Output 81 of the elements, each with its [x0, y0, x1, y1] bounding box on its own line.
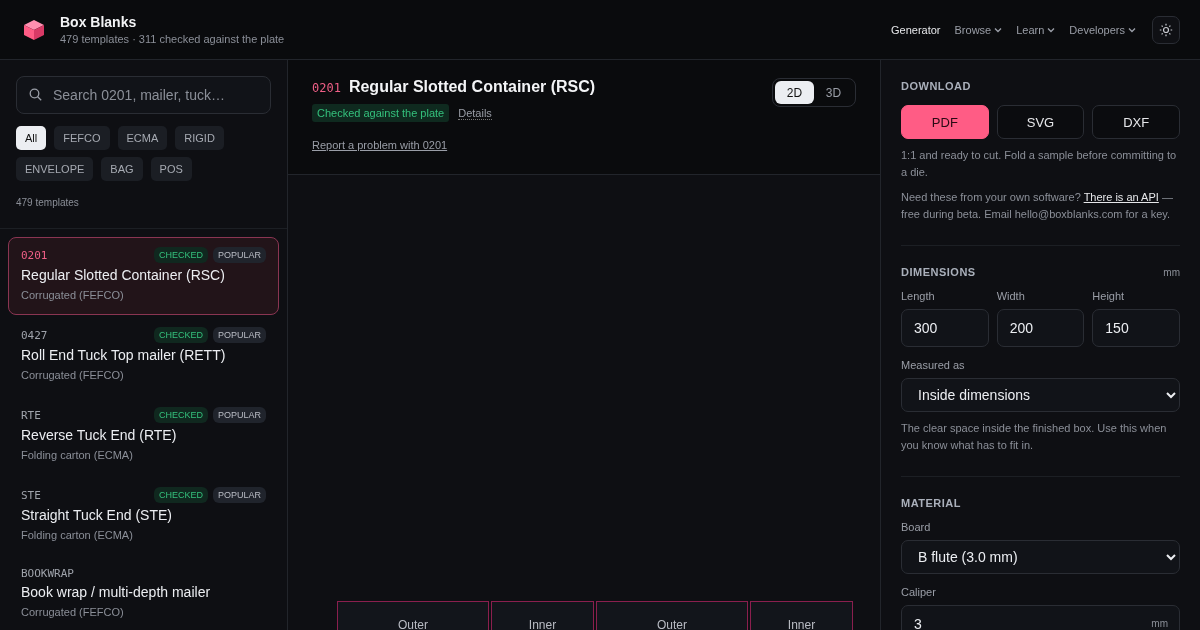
- template-category: Folding carton (ECMA): [21, 449, 134, 461]
- template-category: Corrugated (FEFCO): [21, 606, 125, 618]
- cube-logo-icon: [22, 17, 46, 42]
- dieline-panel: Inner: [750, 601, 853, 630]
- dimension-input[interactable]: 150: [1092, 309, 1180, 347]
- filter-chip[interactable]: BAG: [101, 157, 143, 181]
- sun-icon: [1159, 22, 1173, 37]
- template-code: BOOKWRAP: [21, 567, 74, 580]
- nav-link[interactable]: Browse: [954, 23, 1003, 36]
- dimension-input[interactable]: 200: [996, 309, 1085, 347]
- theme-toggle-button[interactable]: [1152, 15, 1180, 44]
- filter-chip[interactable]: All: [16, 126, 47, 150]
- field-label: Width: [996, 290, 1026, 302]
- template-code: 0201: [21, 248, 48, 262]
- app-subtitle: 479 templates · 311 checked against the plate: [60, 33, 285, 45]
- filter-chip[interactable]: ENVELOPE: [16, 157, 94, 181]
- field-label: Measured as: [901, 359, 966, 371]
- download-note: 1:1 and ready to cut. Fold a sample before committing to a die.: [901, 148, 1178, 180]
- dieline-panel: Outer: [596, 601, 748, 630]
- field-label: Caliper: [901, 586, 937, 598]
- template-name: Roll End Tuck Top mailer (RETT): [21, 347, 227, 363]
- template-badge: CHECKED: [153, 407, 208, 423]
- template-name: Book wrap / multi-depth mailer: [21, 584, 212, 600]
- template-name: Regular Slotted Container (RSC): [21, 267, 226, 283]
- filter-chip[interactable]: POS: [150, 157, 192, 181]
- section-heading: DIMENSIONS: [901, 266, 976, 278]
- filter-chip[interactable]: RIGID: [175, 126, 224, 150]
- template-title: Regular Slotted Container (RSC): [348, 78, 596, 96]
- unit-label: mm: [1163, 266, 1180, 278]
- view-button[interactable]: 3D: [814, 81, 853, 104]
- filter-chip[interactable]: FEFCO: [54, 126, 110, 150]
- template-list-item[interactable]: STE CHECKED POPULAR Straight Tuck End (STE) Folding carton (ECMA): [8, 477, 279, 555]
- format-button[interactable]: DXF: [1092, 105, 1180, 139]
- field-label: Length: [901, 290, 936, 302]
- template-list-item[interactable]: 0201 CHECKED POPULAR Regular Slotted Container (RSC) Corrugated (FEFCO): [8, 237, 279, 315]
- api-link[interactable]: There is an API: [1083, 191, 1159, 203]
- nav-link[interactable]: Developers: [1069, 23, 1136, 36]
- view-button[interactable]: 2D: [775, 81, 814, 104]
- template-badge: POPULAR: [213, 407, 266, 423]
- format-button[interactable]: SVG: [996, 105, 1085, 139]
- section-heading: MATERIAL: [901, 497, 962, 509]
- api-note: Need these from your own software? There is an API — free during beta. Email hello@boxblanks.com for a key.: [901, 190, 1174, 222]
- format-button[interactable]: PDF: [901, 105, 989, 139]
- report-link[interactable]: Report a problem with 0201: [312, 139, 448, 151]
- measured-note: The clear space inside the finished box. Use this when you know what has to fit in.: [901, 421, 1168, 453]
- section-heading: DOWNLOAD: [901, 80, 972, 92]
- board-select[interactable]: B flute (3.0 mm): [901, 540, 1180, 574]
- template-badge: POPULAR: [213, 247, 266, 263]
- template-code: STE: [21, 488, 41, 502]
- app-title: Box Blanks: [60, 14, 138, 30]
- measured-as-select[interactable]: Inside dimensions: [901, 378, 1180, 412]
- unit-label: mm: [1151, 618, 1168, 629]
- template-code: 0427: [21, 328, 48, 342]
- dieline-panel: Outer: [337, 601, 489, 630]
- nav-link[interactable]: Learn: [1016, 23, 1056, 36]
- filter-chip[interactable]: ECMA: [117, 126, 168, 150]
- template-name: Reverse Tuck End (RTE): [21, 427, 178, 443]
- template-badge: POPULAR: [213, 327, 266, 343]
- search-field[interactable]: Search 0201, mailer, tuck…: [16, 76, 271, 114]
- field-label: Board: [901, 521, 932, 533]
- search-icon: [29, 88, 42, 101]
- template-list-item[interactable]: 0427 CHECKED POPULAR Roll End Tuck Top mailer (RETT) Corrugated (FEFCO): [8, 317, 279, 395]
- template-list-item[interactable]: BOOKWRAP Book wrap / multi-depth mailer Corrugated (FEFCO): [8, 557, 279, 630]
- template-badge: CHECKED: [153, 247, 208, 263]
- dieline-panel: Inner: [491, 601, 594, 630]
- template-name: Straight Tuck End (STE): [21, 507, 173, 523]
- template-list-item[interactable]: RTE CHECKED POPULAR Reverse Tuck End (RTE) Folding carton (ECMA): [8, 397, 279, 475]
- field-label: Height: [1092, 290, 1126, 302]
- template-count: 479 templates: [16, 197, 80, 208]
- template-code: 0201: [312, 81, 341, 95]
- template-badge: CHECKED: [153, 487, 208, 503]
- template-code: RTE: [21, 408, 41, 422]
- template-badge: CHECKED: [153, 327, 208, 343]
- template-category: Corrugated (FEFCO): [21, 289, 125, 301]
- template-badge: POPULAR: [213, 487, 266, 503]
- template-category: Corrugated (FEFCO): [21, 369, 125, 381]
- status-badge: Checked against the plate: [312, 104, 450, 122]
- nav-link[interactable]: Generator: [891, 23, 941, 36]
- template-category: Folding carton (ECMA): [21, 529, 134, 541]
- details-link[interactable]: Details: [458, 106, 492, 120]
- dimension-input[interactable]: 300: [901, 309, 989, 347]
